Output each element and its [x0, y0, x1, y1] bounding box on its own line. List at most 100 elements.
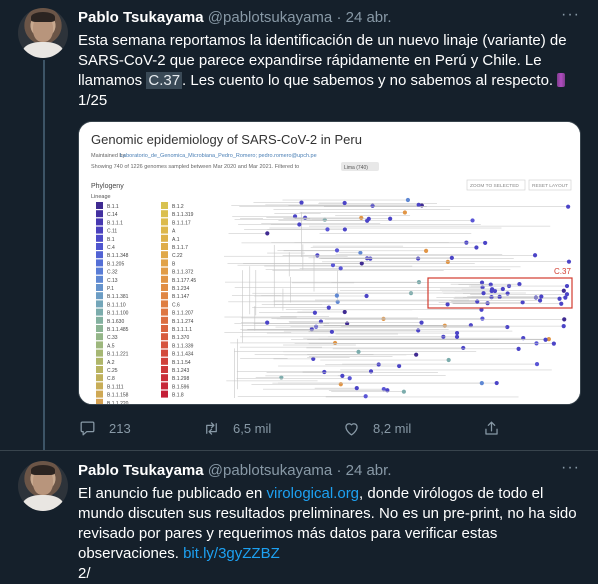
like-icon	[345, 422, 358, 435]
legend-item-swatch	[161, 308, 168, 316]
tree-tip	[334, 248, 340, 253]
tree-tip	[474, 245, 479, 250]
legend-item-label: B.1.1.1	[107, 220, 123, 226]
tree-tip	[416, 280, 422, 285]
reply-button[interactable]: 213	[78, 416, 131, 440]
legend-item-swatch	[96, 341, 103, 349]
tree-tip	[265, 231, 270, 236]
legend-item-label: C.6	[172, 302, 180, 308]
tree-tip	[485, 301, 490, 306]
reply-icon	[80, 421, 95, 435]
legend-item-label: C.32	[107, 270, 118, 276]
legend-item-label: A.5	[107, 343, 115, 349]
legend-item-swatch	[161, 300, 168, 308]
legend-item-label: B.1.2	[172, 204, 184, 210]
like-button[interactable]: 8,2 mil	[342, 416, 411, 440]
tree-tip	[564, 292, 570, 297]
tweet-text-span: , donde virólogos de todo el	[359, 485, 544, 502]
legend-item-swatch	[161, 243, 168, 250]
separator-dot: ·	[336, 9, 342, 26]
phylogeny-label: Phylogeny	[91, 183, 124, 190]
legend-item-swatch	[96, 325, 103, 332]
tree-tip	[322, 369, 327, 375]
tweet-text-line: 2/	[78, 565, 91, 582]
legend-item-label: B.1.1.372	[172, 270, 194, 276]
tweet-1[interactable]: Pablo Tsukayama @pablotsukayama · 24 abr…	[0, 0, 598, 450]
legend-item-swatch	[161, 341, 168, 349]
legend-item-swatch	[96, 300, 103, 308]
virological-link[interactable]: virological.org	[266, 485, 359, 502]
bitly-link[interactable]: bit.ly/3gyZZBZ	[183, 545, 280, 562]
more-icon[interactable]: ···	[561, 6, 580, 24]
thread-icon	[557, 73, 566, 87]
tree-tip	[543, 337, 548, 342]
tree-tip	[445, 302, 450, 307]
tree-tip	[534, 361, 540, 367]
tree-tip	[416, 202, 421, 207]
legend-item-swatch	[96, 267, 103, 275]
tree-tip	[539, 294, 544, 299]
tree-tip	[454, 334, 460, 339]
retweet-button[interactable]: 6,5 mil	[202, 416, 271, 440]
tweet-date[interactable]: 24 abr.	[346, 462, 392, 479]
tree-tip	[358, 250, 363, 255]
tweet-image[interactable]: Genomic epidemiology of SARS-CoV-2 in Pe…	[78, 121, 581, 405]
tweet-text-line: revisado por pares y requerimos más dato…	[78, 525, 498, 542]
more-icon[interactable]: ···	[561, 459, 580, 477]
tree-tip	[497, 294, 502, 299]
tree-tip	[532, 253, 538, 258]
legend-item-swatch	[161, 325, 168, 332]
zoom-to-selected: ZOOM TO SELECTED	[470, 183, 519, 189]
tree-tip	[330, 263, 336, 268]
legend-item-swatch	[96, 316, 103, 324]
tweet-text-line: llamamos C.37. Les cuento lo que sabemos…	[78, 71, 578, 91]
tweet-2[interactable]: Pablo Tsukayama @pablotsukayama · 24 abr…	[0, 451, 598, 584]
avatar[interactable]	[18, 8, 68, 58]
legend-item-label: B.1	[107, 237, 115, 243]
tree-tip	[402, 210, 407, 215]
tree-tip	[564, 283, 570, 289]
tree-tip	[381, 387, 386, 392]
legend-item-label: B.1.1.54	[172, 360, 191, 366]
tweet-date[interactable]: 24 abr.	[346, 9, 392, 26]
retweet-icon	[206, 421, 217, 435]
tree-tip	[561, 288, 566, 293]
tree-tip	[520, 300, 525, 305]
legend-item-label: B.1.111	[107, 384, 124, 390]
legend-item-label: C.4	[107, 245, 115, 251]
legend-item-swatch	[161, 390, 168, 398]
legend-item-swatch	[96, 308, 103, 316]
tree-tip	[489, 287, 495, 292]
legend-item-label: C.14	[107, 212, 118, 218]
tweet-header: Pablo Tsukayama @pablotsukayama · 24 abr…	[78, 8, 391, 28]
tree-tip	[566, 259, 572, 264]
legend-item-swatch	[96, 243, 103, 250]
legend-item-label: P.1	[107, 286, 114, 292]
tree-tip	[414, 352, 419, 357]
tree-tip	[562, 317, 567, 322]
legend-item-swatch	[161, 316, 168, 324]
author-name[interactable]: Pablo Tsukayama	[78, 462, 204, 479]
tree-tip	[329, 329, 335, 334]
legend-item-label: B.1.8	[172, 393, 184, 399]
tweet-header: Pablo Tsukayama @pablotsukayama · 24 abr…	[78, 461, 391, 481]
share-button[interactable]	[482, 416, 501, 440]
legend-item-swatch	[161, 292, 168, 300]
legend-item-label: B.1.243	[172, 368, 189, 374]
tree-tip	[326, 305, 331, 310]
author-handle[interactable]: @pablotsukayama	[208, 9, 332, 26]
c37-callout: C.37	[554, 267, 571, 276]
tree-tip	[338, 382, 343, 387]
tree-tip	[334, 293, 339, 298]
tree-tip	[557, 296, 562, 301]
legend-item-swatch	[161, 218, 168, 226]
tweet-text-line: observaciones. bit.ly/3gyZZBZ	[78, 544, 578, 564]
legend-item-label: B.1.370	[172, 335, 189, 341]
avatar[interactable]	[18, 461, 68, 511]
author-handle[interactable]: @pablotsukayama	[208, 462, 332, 479]
tree-tip	[401, 389, 406, 394]
legend-item-label: B.1.147	[172, 294, 189, 300]
tree-tip	[419, 320, 424, 325]
author-name[interactable]: Pablo Tsukayama	[78, 9, 204, 26]
tree-tip	[325, 227, 330, 232]
